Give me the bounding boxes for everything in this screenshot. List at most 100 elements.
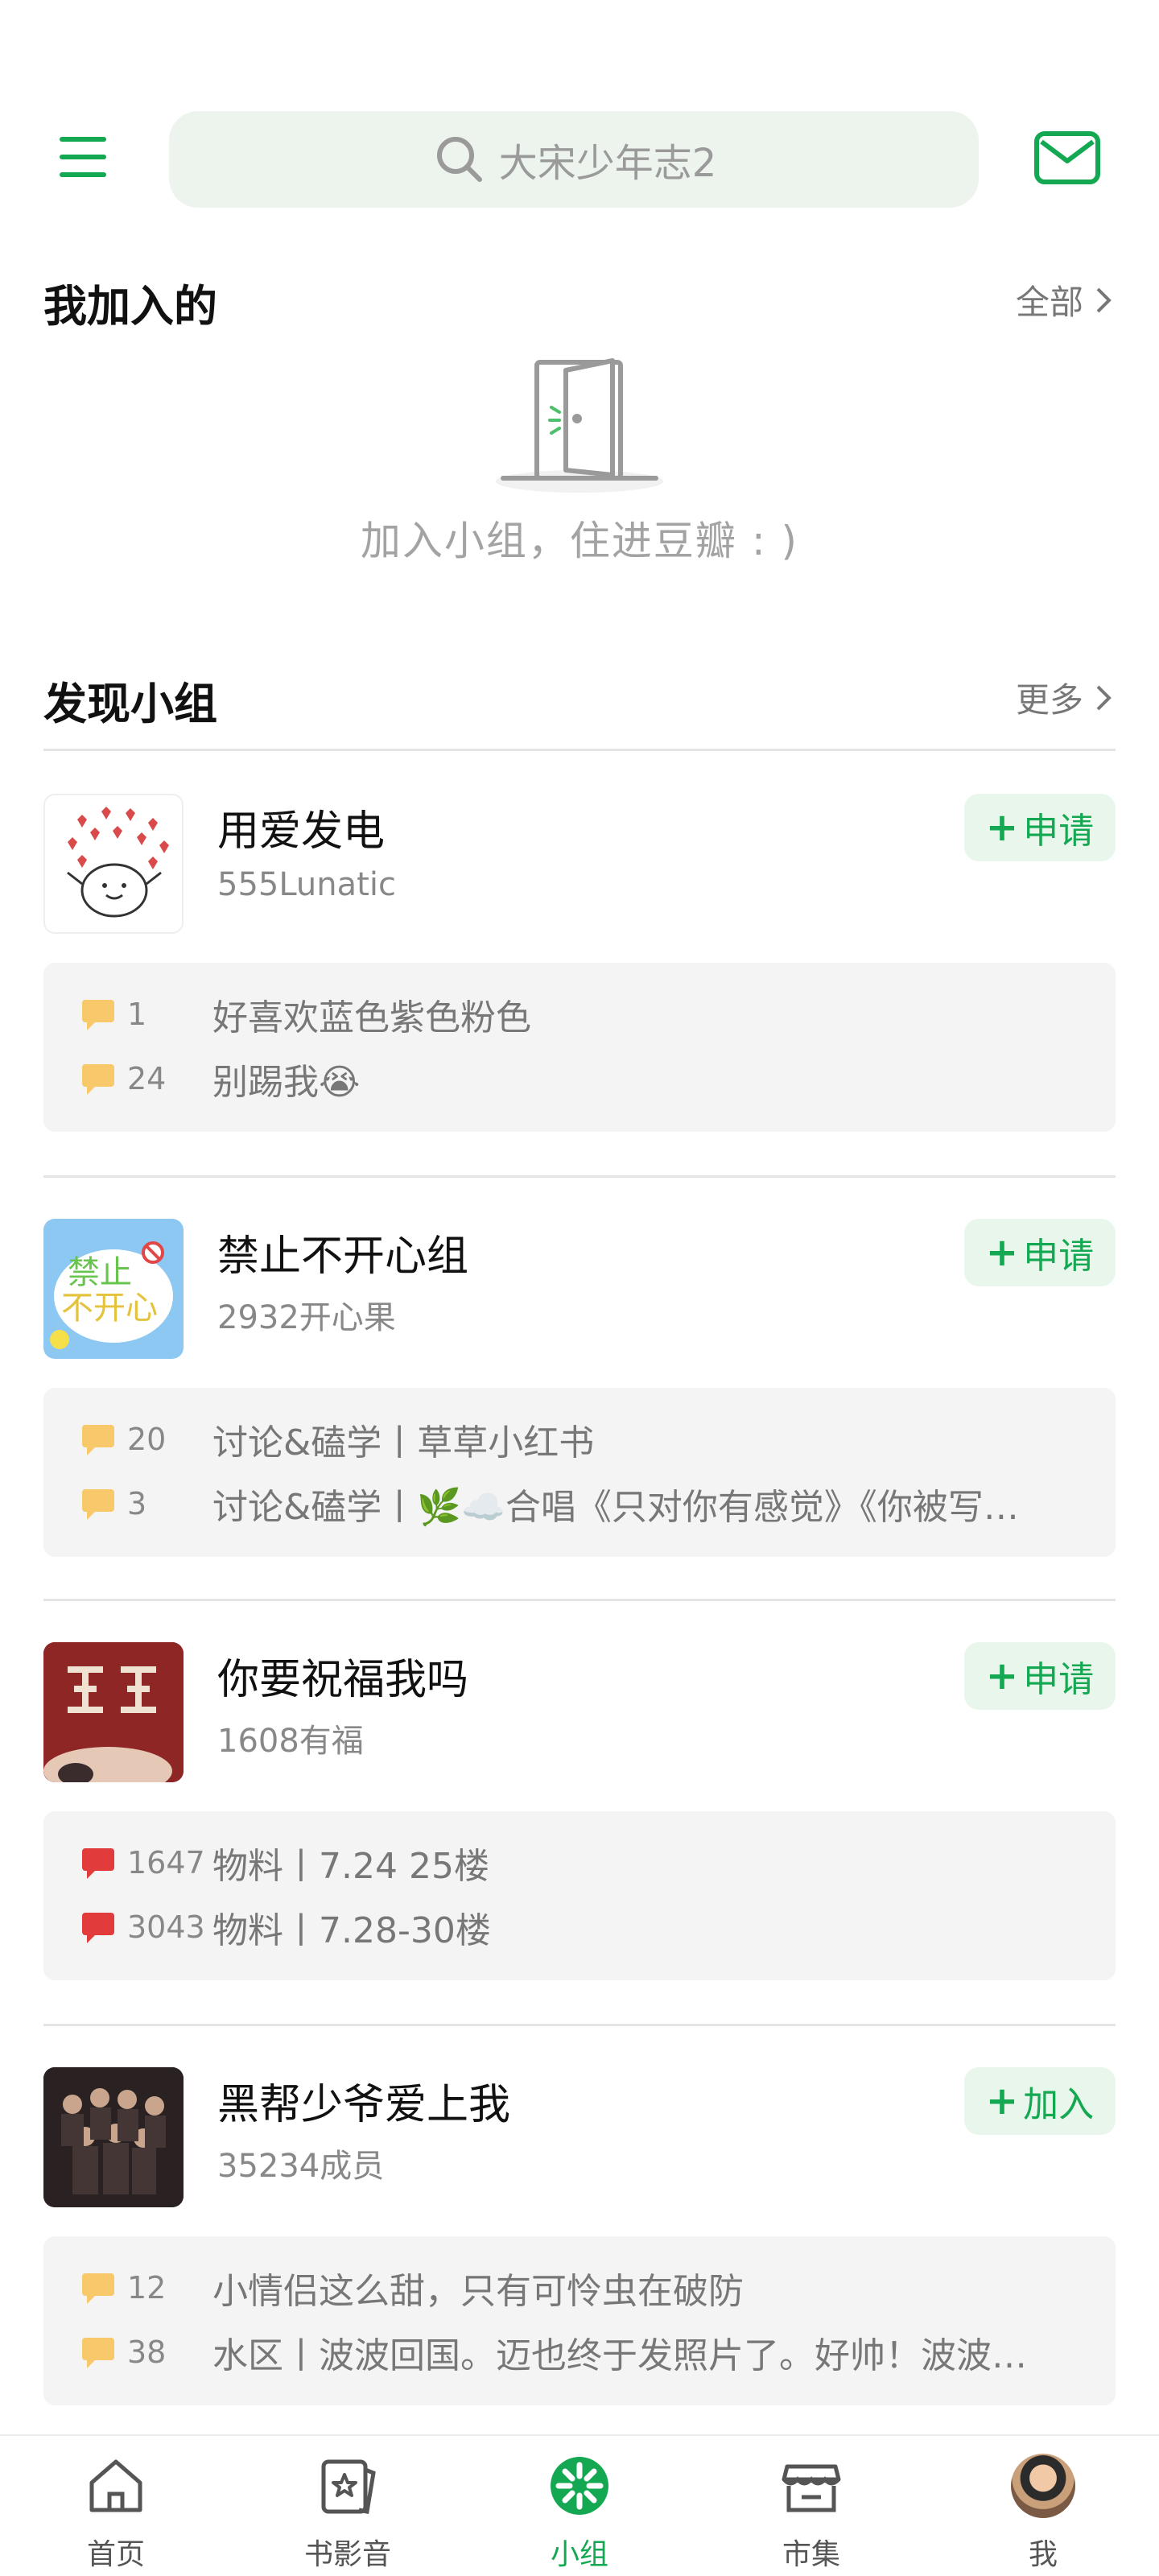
group-card[interactable]: 用爱发电 555Lunatic + 申请 1 好喜欢蓝色紫色粉色 24 别踢我😭 <box>43 794 1116 1132</box>
apply-button[interactable]: + 申请 <box>964 1642 1116 1710</box>
search-icon <box>436 137 482 182</box>
post-row[interactable]: 24 别踢我😭 <box>80 1055 1087 1103</box>
join-button[interactable]: + 加入 <box>964 2067 1116 2135</box>
nav-label: 我 <box>1028 2538 1058 2571</box>
nav-market[interactable]: 市集 <box>695 2436 927 2576</box>
post-title: 物料丨7.28-30楼 <box>212 1910 491 1951</box>
apply-label: 申请 <box>1023 811 1095 852</box>
svg-text:不开心: 不开心 <box>61 1290 158 1327</box>
group-thumbnail <box>43 794 184 934</box>
post-row[interactable]: 12 小情侣这么甜，只有可怜虫在破防 <box>80 2264 1087 2312</box>
apply-label: 申请 <box>1023 1236 1095 1277</box>
post-title: 小情侣这么甜，只有可怜虫在破防 <box>212 2271 744 2312</box>
group-icon <box>551 2457 608 2515</box>
comment-bubble-icon <box>82 1425 114 1455</box>
avatar <box>1011 2454 1075 2518</box>
top-bar: 大宋少年志2 <box>0 105 1159 209</box>
post-count: 24 <box>127 1061 167 1096</box>
group-members: 2932开心果 <box>217 1299 396 1336</box>
comment-bubble-icon <box>82 1000 114 1030</box>
comment-bubble-icon <box>82 2273 114 2304</box>
post-count: 20 <box>127 1422 167 1457</box>
chevron-right-icon <box>1096 287 1112 312</box>
mail-icon[interactable] <box>1033 130 1101 187</box>
comment-bubble-icon <box>82 2338 114 2368</box>
search-bar[interactable]: 大宋少年志2 <box>169 111 979 208</box>
group-posts: 1647 物料丨7.24 25楼 3043 物料丨7.28-30楼 <box>43 1811 1116 1980</box>
post-count: 1647 <box>127 1845 205 1880</box>
post-count: 3 <box>127 1486 147 1521</box>
post-count: 38 <box>127 2334 167 2370</box>
nav-label: 首页 <box>86 2538 145 2571</box>
apply-button[interactable]: + 申请 <box>964 1219 1116 1286</box>
nav-media[interactable]: 书影音 <box>232 2436 464 2576</box>
plus-icon: + <box>985 805 1019 850</box>
nav-label: 小组 <box>550 2538 608 2571</box>
post-title: 讨论&磕学丨草草小红书 <box>212 1422 595 1463</box>
post-row[interactable]: 3 讨论&磕学丨🌿☁️合唱《只对你有感觉》《你被写… <box>80 1480 1087 1528</box>
joined-header: 我加入的 全部 <box>43 264 1116 332</box>
post-row[interactable]: 3043 物料丨7.28-30楼 <box>80 1903 1087 1951</box>
comment-bubble-icon <box>82 1064 114 1095</box>
post-title: 水区丨波波回国。迈也终于发照片了。好帅！波波… <box>212 2335 1027 2376</box>
group-thumbnail <box>43 2067 184 2207</box>
search-placeholder: 大宋少年志2 <box>498 141 717 186</box>
discover-more-link[interactable]: 更多 <box>1016 673 1116 722</box>
group-card[interactable]: 你要祝福我吗 1608有福 + 申请 1647 物料丨7.24 25楼 3043 … <box>43 1642 1116 1980</box>
svg-text:禁止: 禁止 <box>68 1254 132 1291</box>
nav-home[interactable]: 首页 <box>0 2436 232 2576</box>
group-name: 你要祝福我吗 <box>217 1656 469 1704</box>
joined-title: 我加入的 <box>43 281 217 332</box>
divider <box>43 749 1116 751</box>
nav-me[interactable]: 我 <box>927 2436 1159 2576</box>
group-name: 禁止不开心组 <box>217 1232 469 1281</box>
nav-label: 书影音 <box>303 2538 391 2571</box>
home-icon <box>89 2459 142 2512</box>
empty-text: 加入小组，住进豆瓣 : ) <box>360 518 799 564</box>
post-title: 别踢我😭 <box>212 1062 361 1103</box>
group-posts: 12 小情侣这么甜，只有可怜虫在破防 38 水区丨波波回国。迈也终于发照片了。好… <box>43 2236 1116 2405</box>
group-card[interactable]: 黑帮少爷爱上我 35234成员 + 加入 12 小情侣这么甜，只有可怜虫在破防 3… <box>43 2067 1116 2405</box>
divider <box>43 1599 1116 1601</box>
hot-comment-bubble-icon <box>82 1848 114 1879</box>
chevron-right-icon <box>1096 685 1112 710</box>
plus-icon: + <box>985 1653 1019 1699</box>
post-row[interactable]: 38 水区丨波波回国。迈也终于发照片了。好帅！波波… <box>80 2328 1087 2376</box>
discover-header: 发现小组 更多 <box>43 662 1116 729</box>
bottom-nav: 首页 书影音 小组 市集 我 <box>0 2434 1159 2576</box>
media-icon <box>321 2459 376 2514</box>
post-count: 1 <box>127 997 147 1032</box>
post-row[interactable]: 1 好喜欢蓝色紫色粉色 <box>80 990 1087 1038</box>
group-posts: 20 讨论&磕学丨草草小红书 3 讨论&磕学丨🌿☁️合唱《只对你有感觉》《你被写… <box>43 1388 1116 1557</box>
plus-icon: + <box>985 2079 1019 2124</box>
joined-empty-state: 加入小组，住进豆瓣 : ) <box>0 346 1159 567</box>
group-card[interactable]: 禁止 不开心 禁止不开心组 2932开心果 + 申请 20 讨论&磕学丨草草小红书… <box>43 1219 1116 1557</box>
discover-more-label: 更多 <box>1015 680 1083 720</box>
hot-comment-bubble-icon <box>82 1913 114 1943</box>
group-thumbnail: 禁止 不开心 <box>43 1219 184 1359</box>
nav-group[interactable]: 小组 <box>464 2436 695 2576</box>
group-thumbnail <box>43 1642 184 1782</box>
post-row[interactable]: 1647 物料丨7.24 25楼 <box>80 1839 1087 1887</box>
nav-label: 市集 <box>782 2538 840 2571</box>
discover-title: 发现小组 <box>43 679 217 729</box>
joined-all-link[interactable]: 全部 <box>1016 275 1116 324</box>
apply-label: 申请 <box>1023 1659 1095 1700</box>
comment-bubble-icon <box>82 1489 114 1520</box>
post-title: 讨论&磕学丨🌿☁️合唱《只对你有感觉》《你被写… <box>212 1487 1019 1528</box>
menu-icon[interactable] <box>56 135 113 180</box>
group-name: 黑帮少爷爱上我 <box>217 2081 511 2129</box>
join-label: 加入 <box>1023 2084 1095 2125</box>
joined-all-label: 全部 <box>1015 283 1083 322</box>
divider <box>43 2024 1116 2026</box>
post-title: 好喜欢蓝色紫色粉色 <box>212 997 531 1038</box>
divider <box>43 1175 1116 1178</box>
market-icon <box>782 2464 841 2512</box>
post-count: 12 <box>127 2270 167 2306</box>
apply-button[interactable]: + 申请 <box>964 794 1116 861</box>
group-members: 555Lunatic <box>217 866 396 903</box>
group-name: 用爱发电 <box>217 807 386 856</box>
group-members: 1608有福 <box>217 1723 364 1760</box>
group-posts: 1 好喜欢蓝色紫色粉色 24 别踢我😭 <box>43 963 1116 1132</box>
post-row[interactable]: 20 讨论&磕学丨草草小红书 <box>80 1415 1087 1463</box>
